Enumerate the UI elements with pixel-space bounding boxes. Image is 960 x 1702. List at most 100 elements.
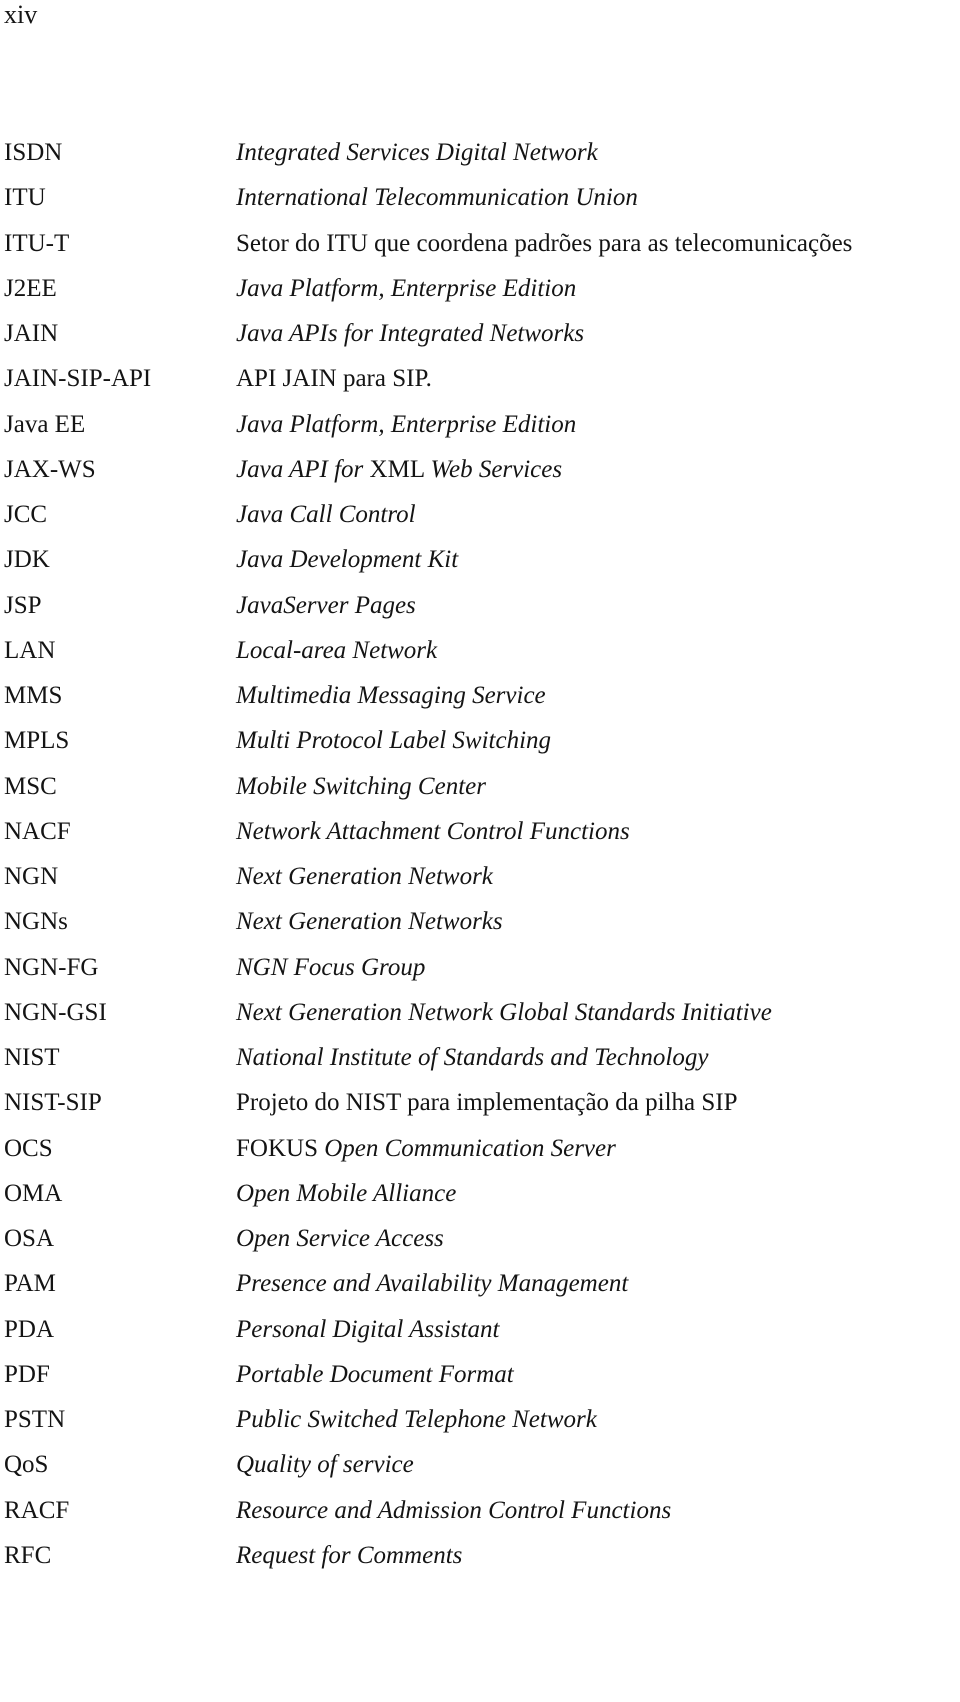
definition-segment: International Telecommunication Union (236, 184, 638, 212)
definition-segment: Local-area Network (236, 636, 438, 664)
definition-segment: Network Attachment Control Functions (236, 817, 630, 845)
abbreviation-term: NGN-GSI (4, 998, 107, 1026)
abbreviation-definition: National Institute of Standards and Tech… (236, 1040, 708, 1076)
abbreviation-row: NACF Network Attachment Control Functions (0, 814, 960, 859)
abbreviation-row: JAX-WS Java API for XML Web Services (0, 452, 960, 497)
definition-segment: FOKUS (236, 1134, 325, 1162)
abbreviation-row: PAM Presence and Availability Management (0, 1266, 960, 1311)
abbreviation-definition: Presence and Availability Management (236, 1266, 628, 1302)
abbreviation-row: JAIN Java APIs for Integrated Networks (0, 316, 960, 361)
abbreviation-row: RACF Resource and Admission Control Funct… (0, 1493, 960, 1538)
abbreviation-term: RACF (4, 1496, 70, 1524)
abbreviation-row: OSA Open Service Access (0, 1221, 960, 1266)
abbreviation-definition: Mobile Switching Center (236, 769, 486, 805)
definition-segment: XML (369, 455, 431, 483)
abbreviation-row: PDF Portable Document Format (0, 1357, 960, 1402)
abbreviation-row: NGNs Next Generation Networks (0, 904, 960, 949)
abbreviation-term: NIST-SIP (4, 1089, 102, 1117)
abbreviation-term: NACF (4, 817, 71, 845)
abbreviation-definition: NGN Focus Group (236, 950, 425, 986)
abbreviation-term: J2EE (4, 274, 57, 302)
definition-segment: Portable Document Format (236, 1360, 514, 1388)
page-number: xiv (4, 0, 38, 29)
abbreviation-definition: Multi Protocol Label Switching (236, 723, 551, 759)
abbreviation-term: NGN-FG (4, 953, 99, 981)
abbreviation-definition: Java Call Control (236, 497, 416, 533)
abbreviation-row: NIST National Institute of Standards and … (0, 1040, 960, 1085)
abbreviation-row: OCS FOKUS Open Communication Server (0, 1131, 960, 1176)
definition-segment: Mobile Switching Center (236, 772, 486, 800)
abbreviation-term: OCS (4, 1134, 53, 1162)
abbreviation-definition: Next Generation Network (236, 859, 493, 895)
definition-segment: Open Service Access (236, 1225, 444, 1252)
abbreviation-term: OSA (4, 1225, 55, 1252)
definition-segment: API JAIN para SIP. (236, 365, 432, 393)
abbreviation-row: PDA Personal Digital Assistant (0, 1312, 960, 1357)
abbreviation-term: PDF (4, 1360, 50, 1388)
abbreviation-row: JCC Java Call Control (0, 497, 960, 542)
definition-segment: Multimedia Messaging Service (236, 682, 546, 709)
abbreviation-term: JAIN-SIP-API (4, 365, 152, 393)
abbreviation-definition: Resource and Admission Control Functions (236, 1493, 671, 1529)
abbreviation-row: ITU-T Setor do ITU que coordena padrões p… (0, 226, 960, 271)
abbreviation-definition: Next Generation Network Global Standards… (236, 995, 772, 1031)
definition-segment: Setor do ITU que coordena padrões para a… (236, 229, 853, 257)
abbreviation-term: NGN (4, 863, 59, 890)
abbreviation-row: NGN-GSI Next Generation Network Global St… (0, 995, 960, 1040)
abbreviation-term: ITU-T (4, 229, 70, 257)
abbreviation-term: MMS (4, 682, 63, 709)
abbreviation-row: LAN Local-area Network (0, 633, 960, 678)
abbreviation-term: JAIN (4, 320, 59, 347)
definition-segment: Java Platform, Enterprise Edition (236, 274, 577, 302)
abbreviation-term: QoS (4, 1451, 49, 1479)
abbreviation-row: NIST-SIP Projeto do NIST para implementaç… (0, 1085, 960, 1130)
definition-segment: Multi Protocol Label Switching (236, 727, 552, 755)
definition-segment: Next Generation Network (236, 863, 493, 890)
definition-segment: Java Call Control (236, 501, 416, 528)
definition-segment: Java Development Kit (236, 546, 459, 574)
definition-segment: Resource and Admission Control Functions (236, 1496, 672, 1524)
abbreviation-row: OMA Open Mobile Alliance (0, 1176, 960, 1221)
definition-segment: Java APIs for Integrated Networks (236, 320, 585, 347)
abbreviation-term: PDA (4, 1315, 55, 1343)
abbreviation-definition: Multimedia Messaging Service (236, 678, 546, 714)
abbreviation-row: MPLS Multi Protocol Label Switching (0, 723, 960, 768)
abbreviation-row: JSP JavaServer Pages (0, 588, 960, 633)
abbreviation-definition: Java APIs for Integrated Networks (236, 316, 584, 352)
abbreviation-row: ISDN Integrated Services Digital Network (0, 135, 960, 180)
definition-segment: Personal Digital Assistant (236, 1315, 500, 1343)
abbreviation-row: RFC Request for Comments (0, 1538, 960, 1583)
definition-segment: Java API for (236, 455, 370, 483)
abbreviation-term: Java EE (4, 410, 86, 438)
abbreviation-term: MSC (4, 772, 57, 800)
abbreviation-definition: Quality of service (236, 1447, 414, 1483)
abbreviation-term: PSTN (4, 1406, 66, 1433)
abbreviation-list: ISDN Integrated Services Digital Network I… (0, 135, 960, 1583)
abbreviation-definition: Personal Digital Assistant (236, 1312, 499, 1348)
definition-segment: Presence and Availability Management (236, 1270, 629, 1298)
abbreviation-definition: International Telecommunication Union (236, 180, 638, 216)
abbreviation-definition: Open Service Access (236, 1221, 444, 1257)
abbreviation-term: JAX-WS (4, 455, 96, 483)
abbreviation-definition: Java API for XML Web Services (236, 452, 562, 488)
definition-segment: Integrated Services Digital Network (236, 139, 598, 166)
abbreviation-row: MSC Mobile Switching Center (0, 769, 960, 814)
abbreviation-row: QoS Quality of service (0, 1447, 960, 1492)
definition-segment: Next Generation Networks (236, 908, 503, 936)
abbreviation-row: NGN Next Generation Network (0, 859, 960, 904)
definition-segment: Request for Comments (236, 1541, 463, 1569)
definition-segment: Next Generation Network Global Standards… (236, 998, 772, 1026)
abbreviation-term: OMA (4, 1179, 63, 1207)
abbreviation-term: JSP (4, 591, 42, 619)
definition-segment: Web Services (430, 455, 563, 483)
definition-segment: Open Mobile Alliance (236, 1179, 457, 1207)
abbreviation-definition: Java Development Kit (236, 542, 458, 578)
definition-segment: National Institute of Standards and Tech… (236, 1044, 709, 1071)
abbreviation-term: LAN (4, 636, 56, 664)
abbreviation-definition: API JAIN para SIP. (236, 361, 432, 397)
abbreviation-row: PSTN Public Switched Telephone Network (0, 1402, 960, 1447)
abbreviation-term: MPLS (4, 727, 70, 755)
abbreviation-term: ISDN (4, 139, 63, 166)
abbreviation-row: J2EE Java Platform, Enterprise Edition (0, 271, 960, 316)
abbreviation-term: NIST (4, 1044, 60, 1071)
